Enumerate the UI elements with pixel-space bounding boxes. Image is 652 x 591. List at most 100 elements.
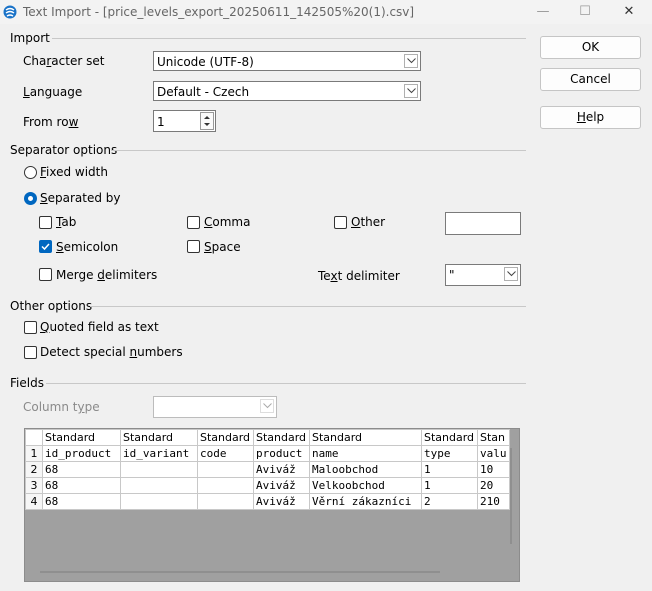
separator-divider (111, 150, 526, 151)
import-section-label: Import (10, 31, 50, 45)
table-cell: Velkoobchod (309, 477, 422, 494)
table-cell (120, 461, 198, 478)
table-cell: 1 (421, 477, 478, 494)
column-header[interactable]: Standard (197, 429, 254, 446)
charset-label: Character set (23, 54, 105, 68)
table-cell: name (309, 445, 422, 462)
vertical-scrollbar[interactable] (510, 448, 512, 544)
semicolon-label[interactable]: Semicolon (56, 240, 118, 254)
table-cell: 2 (421, 493, 478, 510)
table-row: 2 68 Aviváž Maloobchod 1 10 (25, 461, 510, 478)
other-options-divider (90, 306, 526, 307)
charset-select[interactable]: Unicode (UTF-8) (153, 51, 421, 71)
fields-section-label: Fields (10, 376, 44, 390)
maximize-button[interactable]: ☐ (570, 3, 600, 21)
import-divider (52, 38, 526, 39)
merge-delimiters-checkbox[interactable] (39, 268, 52, 281)
column-header[interactable]: Standard (309, 429, 422, 446)
chevron-down-icon[interactable] (404, 54, 418, 68)
table-cell: 210 (477, 493, 510, 510)
tab-checkbox[interactable] (39, 216, 52, 229)
minimize-button[interactable]: — (528, 3, 558, 21)
table-cell: Věrní zákazníci (309, 493, 422, 510)
help-button[interactable]: Help (540, 106, 641, 129)
other-checkbox[interactable] (334, 216, 347, 229)
column-type-label: Column type (23, 400, 100, 414)
table-cell: Aviváž (253, 461, 310, 478)
table-cell: Aviváž (253, 493, 310, 510)
preview-table: Standard Standard Standard Standard Stan… (25, 429, 510, 510)
window-title: Text Import - [price_levels_export_20250… (23, 5, 415, 19)
fixed-width-radio[interactable] (24, 166, 37, 179)
quoted-field-checkbox[interactable] (24, 321, 37, 334)
separated-by-label[interactable]: Separated by (40, 191, 121, 205)
ok-button[interactable]: OK (540, 36, 641, 59)
text-delimiter-select[interactable]: " (445, 264, 521, 286)
language-value: Default - Czech (157, 85, 250, 99)
row-number: 4 (25, 493, 43, 510)
table-cell: 10 (477, 461, 510, 478)
table-cell: Aviváž (253, 477, 310, 494)
column-header[interactable]: Standard (253, 429, 310, 446)
comma-checkbox[interactable] (187, 216, 200, 229)
spin-arrows-icon[interactable] (200, 112, 214, 130)
table-cell: 68 (42, 477, 121, 494)
column-header[interactable]: Stan (477, 429, 510, 446)
column-header[interactable]: Standard (421, 429, 478, 446)
table-cell: id_variant (120, 445, 198, 462)
table-cell: 20 (477, 477, 510, 494)
table-cell (197, 477, 254, 494)
table-cell (197, 461, 254, 478)
text-delimiter-value: " (449, 268, 455, 282)
tab-label[interactable]: Tab (56, 215, 76, 229)
table-cell: Maloobchod (309, 461, 422, 478)
chevron-down-icon[interactable] (404, 84, 418, 98)
language-select[interactable]: Default - Czech (153, 81, 421, 101)
table-row: 1 id_product id_variant code product nam… (25, 445, 510, 462)
preview-grid[interactable]: Standard Standard Standard Standard Stan… (24, 428, 520, 582)
quoted-field-label[interactable]: Quoted field as text (40, 320, 159, 334)
from-row-label: From row (23, 115, 79, 129)
detect-special-numbers-checkbox[interactable] (24, 346, 37, 359)
detect-special-numbers-label[interactable]: Detect special numbers (40, 345, 183, 359)
chevron-down-icon[interactable] (504, 267, 518, 281)
row-number: 1 (25, 445, 43, 462)
separator-section-label: Separator options (10, 143, 118, 157)
table-cell: 68 (42, 493, 121, 510)
other-label[interactable]: Other (351, 215, 385, 229)
fixed-width-label[interactable]: Fixed width (40, 165, 108, 179)
other-separator-input[interactable] (445, 212, 521, 235)
column-header[interactable]: Standard (120, 429, 198, 446)
from-row-stepper[interactable]: 1 (153, 110, 216, 132)
close-button[interactable]: ✕ (614, 3, 644, 21)
language-label: Language (23, 85, 83, 99)
check-icon (41, 243, 50, 251)
comma-label[interactable]: Comma (204, 215, 250, 229)
from-row-value: 1 (157, 115, 165, 129)
table-cell (197, 493, 254, 510)
space-checkbox[interactable] (187, 240, 200, 253)
table-cell (120, 477, 198, 494)
row-number: 3 (25, 477, 43, 494)
row-number: 2 (25, 461, 43, 478)
horizontal-scrollbar[interactable] (40, 571, 440, 573)
libreoffice-icon (3, 5, 17, 19)
table-row: 4 68 Aviváž Věrní zákazníci 2 210 (25, 493, 510, 510)
table-cell (120, 493, 198, 510)
space-label[interactable]: Space (204, 240, 241, 254)
semicolon-checkbox[interactable] (39, 240, 52, 253)
separated-by-radio[interactable] (24, 192, 37, 205)
table-cell: code (197, 445, 254, 462)
chevron-down-icon[interactable] (260, 399, 274, 413)
column-header-row: Standard Standard Standard Standard Stan… (25, 429, 510, 446)
table-cell: 68 (42, 461, 121, 478)
table-cell: type (421, 445, 478, 462)
other-options-section-label: Other options (10, 299, 93, 313)
cancel-button[interactable]: Cancel (540, 68, 641, 91)
column-type-select[interactable] (153, 396, 277, 418)
merge-delimiters-label[interactable]: Merge delimiters (56, 268, 157, 282)
title-bar: Text Import - [price_levels_export_20250… (0, 0, 652, 24)
table-row: 3 68 Aviváž Velkoobchod 1 20 (25, 477, 510, 494)
column-header[interactable]: Standard (42, 429, 121, 446)
table-cell: id_product (42, 445, 121, 462)
